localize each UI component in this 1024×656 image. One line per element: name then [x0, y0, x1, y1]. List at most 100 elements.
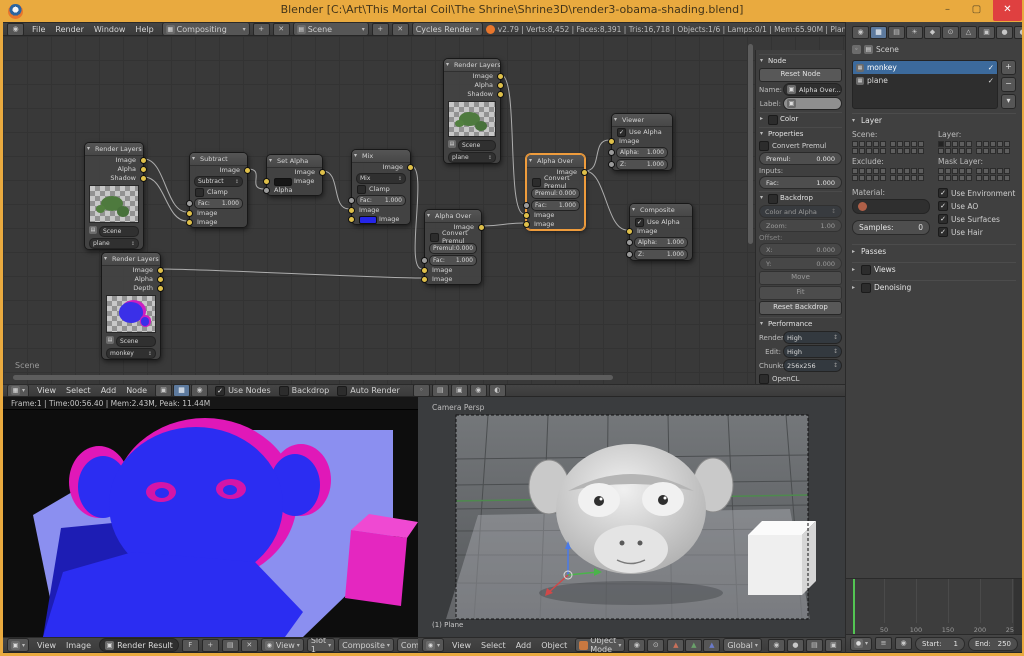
- input-socket[interactable]: [263, 187, 270, 194]
- ne-toggle-checkbox[interactable]: [279, 386, 289, 396]
- node-rl_top[interactable]: Render LayersImageAlphaShadow▤Sceneplane…: [443, 58, 501, 164]
- backdrop-move-button[interactable]: Move: [759, 271, 842, 285]
- editor-type-info-icon[interactable]: ◉: [7, 23, 24, 36]
- layer-cell[interactable]: [897, 168, 903, 174]
- snap-target-icon[interactable]: ◐: [489, 384, 506, 397]
- node-label-field[interactable]: ▣: [783, 97, 842, 110]
- layer-cell[interactable]: [945, 175, 951, 181]
- paste-nodes-icon[interactable]: ▣: [451, 384, 468, 397]
- add-render-layer-button[interactable]: +: [1001, 60, 1016, 75]
- input-socket[interactable]: [186, 219, 193, 226]
- frame-start-field[interactable]: Start:1: [915, 637, 965, 651]
- backdrop-offset-x[interactable]: X:0.000: [759, 243, 842, 256]
- scene-field[interactable]: Scene: [99, 226, 139, 237]
- input-socket[interactable]: [608, 138, 615, 145]
- layer-cell[interactable]: [959, 175, 965, 181]
- browse-image-icon[interactable]: ▤: [222, 639, 239, 652]
- layer-cell[interactable]: [997, 168, 1003, 174]
- mode-selector[interactable]: Object Mode: [575, 638, 625, 652]
- editor-type-image-button[interactable]: ▣: [7, 638, 29, 652]
- copy-nodes-icon[interactable]: ▤: [432, 384, 449, 397]
- backdrop-checkbox[interactable]: [768, 194, 778, 204]
- input-socket[interactable]: [523, 202, 530, 209]
- layer-cell[interactable]: [976, 168, 982, 174]
- output-socket[interactable]: [478, 224, 485, 231]
- option-use-ao[interactable]: Use AO: [938, 201, 1016, 211]
- tab-object[interactable]: ◆: [924, 26, 941, 39]
- layer-cell[interactable]: [904, 141, 910, 147]
- close-button[interactable]: ✕: [993, 0, 1022, 21]
- layer-specials-menu[interactable]: ▾: [1001, 94, 1016, 109]
- value-slider[interactable]: Fac:1.000: [194, 198, 243, 209]
- snap-element-icon[interactable]: ●: [787, 639, 804, 652]
- layer-cell[interactable]: [911, 168, 917, 174]
- render-layer-selector[interactable]: Combined: [397, 638, 418, 652]
- editor-type-timeline-button[interactable]: ●: [850, 637, 872, 651]
- value-slider[interactable]: Z:1.000: [616, 159, 668, 170]
- timeline-menu-icon[interactable]: ≡: [875, 637, 892, 650]
- node-composite[interactable]: CompositeUse AlphaImageAlpha:1.000Z:1.00…: [629, 203, 693, 261]
- layer-cell[interactable]: [983, 175, 989, 181]
- manipulator-translate-icon[interactable]: ▲: [667, 639, 684, 652]
- layer-cell[interactable]: [890, 175, 896, 181]
- blend-mode-menu[interactable]: Mix↕: [356, 173, 406, 184]
- material-override-field[interactable]: [852, 199, 930, 214]
- render-layer-item[interactable]: ▦monkey✓: [853, 61, 997, 74]
- node-header[interactable]: Subtract: [190, 153, 247, 166]
- samples-slider[interactable]: Samples:0: [852, 220, 930, 235]
- transform-orientation-selector[interactable]: Global: [723, 638, 762, 652]
- node-header[interactable]: Render Layers: [85, 143, 143, 156]
- pin-icon[interactable]: ◦: [852, 45, 861, 54]
- menu-add[interactable]: Add: [96, 386, 122, 395]
- value-slider[interactable]: Premul:0.000: [531, 188, 580, 199]
- output-socket[interactable]: [157, 276, 164, 283]
- menu-window[interactable]: Window: [89, 25, 131, 34]
- output-socket[interactable]: [157, 267, 164, 274]
- color-swatch[interactable]: [274, 178, 292, 186]
- node-editor-hscrollbar[interactable]: [13, 375, 613, 380]
- layer-cell[interactable]: [918, 168, 924, 174]
- output-socket[interactable]: [157, 285, 164, 292]
- panel-header-node[interactable]: Node: [759, 54, 842, 67]
- input-socket[interactable]: [421, 257, 428, 264]
- panel-header-color[interactable]: Color: [759, 112, 842, 125]
- delete-layout-button[interactable]: ✕: [273, 23, 290, 36]
- node-viewer[interactable]: ViewerUse AlphaImageAlpha:1.000Z:1.000: [611, 113, 673, 171]
- manipulator-rotate-icon[interactable]: ▲: [685, 639, 702, 652]
- screen-layout-selector[interactable]: ▦Compositing: [162, 22, 250, 36]
- panel-header-passes[interactable]: Passes: [852, 244, 1016, 258]
- scene-selector[interactable]: ▤Scene: [293, 22, 369, 36]
- node-rl_bottom[interactable]: Render LayersImageAlphaDepth▤Scenemonkey…: [101, 252, 161, 360]
- backdrop-channels-menu[interactable]: Color and Alpha: [759, 205, 842, 218]
- option-use-hair[interactable]: Use Hair: [938, 227, 1016, 237]
- viewport-3d[interactable]: Camera Persp (1) Plane: [418, 397, 845, 637]
- node-checkbox-row[interactable]: Use Alpha: [630, 217, 692, 227]
- backdrop-offset-y[interactable]: Y:0.000: [759, 257, 842, 270]
- menu-help[interactable]: Help: [130, 25, 158, 34]
- menu-view[interactable]: View: [32, 641, 61, 650]
- layer-cell[interactable]: [997, 175, 1003, 181]
- node-checkbox-row[interactable]: Clamp: [352, 184, 410, 194]
- grease-pencil-icon[interactable]: ◦: [413, 384, 430, 397]
- node-checkbox-row[interactable]: Convert Premul: [425, 232, 481, 242]
- node-name-field[interactable]: ▣Alpha Over...: [783, 83, 842, 96]
- convert-premul-checkbox[interactable]: [759, 141, 769, 151]
- layer-cell[interactable]: [966, 175, 972, 181]
- render-engine-selector[interactable]: Cycles Render: [412, 22, 483, 36]
- layer-cell[interactable]: [983, 141, 989, 147]
- add-scene-button[interactable]: +: [372, 23, 389, 36]
- output-socket[interactable]: [407, 164, 414, 171]
- menu-view[interactable]: View: [32, 386, 61, 395]
- layer-cell[interactable]: [966, 141, 972, 147]
- minimize-button[interactable]: –: [933, 0, 962, 21]
- layer-cell[interactable]: [959, 141, 965, 147]
- menu-select[interactable]: Select: [476, 641, 511, 650]
- ne-toggle-checkbox[interactable]: [215, 386, 225, 396]
- new-image-button[interactable]: +: [202, 639, 219, 652]
- manipulator-scale-icon[interactable]: ▲: [703, 639, 720, 652]
- menu-object[interactable]: Object: [536, 641, 572, 650]
- pivot-point-icon[interactable]: ⊙: [647, 639, 664, 652]
- output-socket[interactable]: [140, 175, 147, 182]
- layer-cell[interactable]: [852, 168, 858, 174]
- compositing-nodetree-icon[interactable]: ▦: [173, 384, 190, 397]
